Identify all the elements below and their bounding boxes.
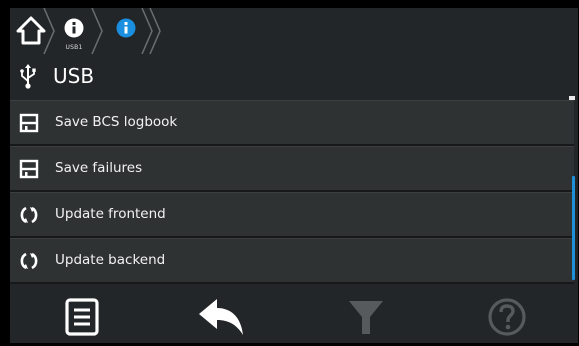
menu-item-label: Save failures — [55, 160, 143, 176]
scrollbar[interactable] — [572, 176, 575, 280]
menu-item-save-failures[interactable]: Save failures — [10, 146, 574, 190]
breadcrumb: USB1 — [10, 8, 578, 54]
info-icon — [116, 18, 136, 38]
help-icon — [488, 297, 526, 336]
usb-icon — [20, 64, 36, 89]
menu-item-label: Update backend — [55, 252, 166, 268]
floppy-disk-icon — [19, 113, 39, 133]
device-screen: USB1 USB Save BCS logbook Save failures … — [10, 8, 578, 343]
home-icon — [16, 16, 46, 45]
menu-item-update-frontend[interactable]: Update frontend — [10, 192, 574, 236]
breadcrumb-sublabel: USB1 — [65, 44, 83, 51]
menu-item-label: Save BCS logbook — [55, 114, 178, 130]
list-button[interactable] — [32, 290, 132, 343]
back-button[interactable] — [172, 290, 272, 343]
menu-item-update-backend[interactable]: Update backend — [10, 238, 574, 282]
menu-item-label: Update frontend — [55, 206, 166, 222]
page-header: USB — [10, 56, 578, 96]
page-title: USB — [53, 64, 95, 88]
info-icon — [64, 18, 84, 38]
document-list-icon — [65, 297, 99, 336]
breadcrumb-item-info-active[interactable] — [96, 8, 168, 54]
refresh-icon — [20, 252, 38, 270]
menu-item-save-bcs-logbook[interactable]: Save BCS logbook — [10, 100, 574, 144]
back-arrow-icon — [199, 298, 243, 335]
filter-button[interactable] — [316, 290, 416, 343]
filter-icon — [349, 300, 383, 334]
help-button[interactable] — [457, 290, 557, 343]
refresh-icon — [20, 206, 38, 224]
floppy-disk-icon — [19, 159, 39, 179]
bottom-toolbar — [10, 290, 578, 343]
